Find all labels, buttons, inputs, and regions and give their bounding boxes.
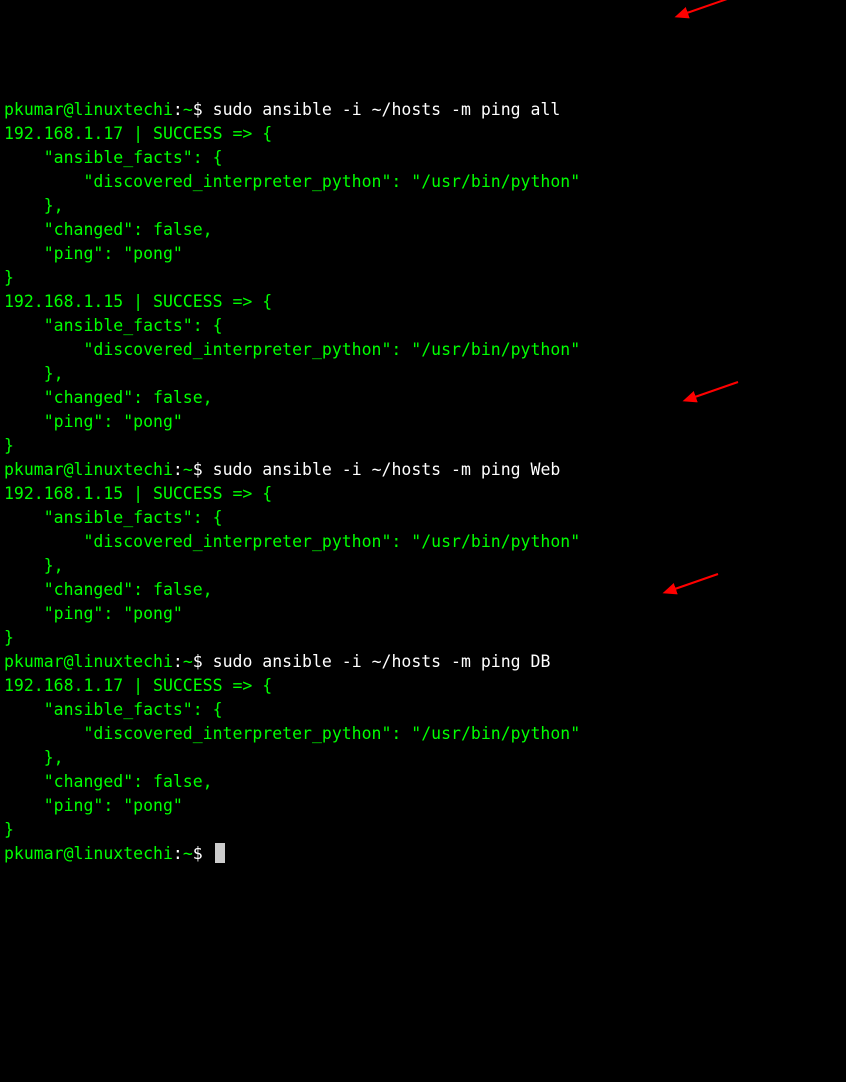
prompt-sep: :: [173, 652, 183, 671]
terminal-viewport[interactable]: pkumar@linuxtechi:~$ sudo ansible -i ~/h…: [4, 98, 842, 866]
prompt-dollar: $: [193, 460, 213, 479]
output-line: "discovered_interpreter_python": "/usr/b…: [4, 340, 580, 359]
prompt-user-host: pkumar@linuxtechi: [4, 652, 173, 671]
output-line: }: [4, 628, 14, 647]
output-line: "changed": false,: [4, 580, 213, 599]
prompt-user-host: pkumar@linuxtechi: [4, 460, 173, 479]
output-line: "ansible_facts": {: [4, 508, 223, 527]
prompt-dollar: $: [193, 844, 213, 863]
output-line: 192.168.1.15 | SUCCESS => {: [4, 484, 272, 503]
output-line: },: [4, 364, 64, 383]
output-line: "ping": "pong": [4, 796, 183, 815]
command-text[interactable]: sudo ansible -i ~/hosts -m ping DB: [213, 652, 551, 671]
output-line: "changed": false,: [4, 772, 213, 791]
output-line: 192.168.1.15 | SUCCESS => {: [4, 292, 272, 311]
output-line: "discovered_interpreter_python": "/usr/b…: [4, 532, 580, 551]
output-line: },: [4, 748, 64, 767]
output-line: }: [4, 268, 14, 287]
prompt-sep: :: [173, 844, 183, 863]
output-line: "discovered_interpreter_python": "/usr/b…: [4, 172, 580, 191]
output-line: "ping": "pong": [4, 412, 183, 431]
prompt-user-host: pkumar@linuxtechi: [4, 100, 173, 119]
prompt-sep: :: [173, 100, 183, 119]
prompt-cwd: ~: [183, 460, 193, 479]
output-line: "discovered_interpreter_python": "/usr/b…: [4, 724, 580, 743]
prompt-cwd: ~: [183, 652, 193, 671]
prompt-cwd: ~: [183, 100, 193, 119]
output-line: "ansible_facts": {: [4, 316, 223, 335]
output-line: "changed": false,: [4, 220, 213, 239]
output-line: "ansible_facts": {: [4, 700, 223, 719]
annotation-arrow-1: [670, 0, 740, 24]
output-line: 192.168.1.17 | SUCCESS => {: [4, 676, 272, 695]
prompt-user-host: pkumar@linuxtechi: [4, 844, 173, 863]
output-line: }: [4, 820, 14, 839]
command-text[interactable]: sudo ansible -i ~/hosts -m ping Web: [213, 460, 561, 479]
output-line: "ansible_facts": {: [4, 148, 223, 167]
command-text[interactable]: sudo ansible -i ~/hosts -m ping all: [213, 100, 561, 119]
output-line: },: [4, 556, 64, 575]
prompt-dollar: $: [193, 100, 213, 119]
prompt-cwd: ~: [183, 844, 193, 863]
cursor: [215, 843, 225, 863]
prompt-dollar: $: [193, 652, 213, 671]
output-line: "changed": false,: [4, 388, 213, 407]
output-line: },: [4, 196, 64, 215]
output-line: }: [4, 436, 14, 455]
output-line: "ping": "pong": [4, 604, 183, 623]
output-line: 192.168.1.17 | SUCCESS => {: [4, 124, 272, 143]
output-line: "ping": "pong": [4, 244, 183, 263]
prompt-sep: :: [173, 460, 183, 479]
